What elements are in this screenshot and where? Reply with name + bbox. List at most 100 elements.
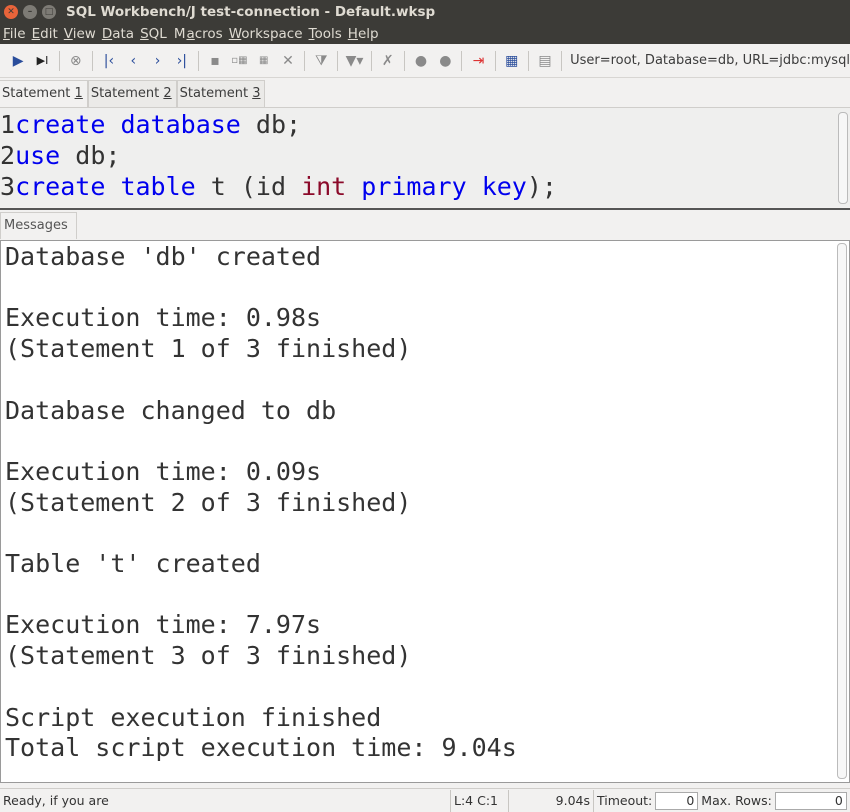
- menu-label: ata: [112, 26, 135, 42]
- separator: [527, 50, 529, 71]
- menu-item[interactable]: Help: [347, 26, 380, 42]
- split-divider[interactable]: [0, 208, 850, 211]
- filter-dropdown-icon[interactable]: ▼▾: [344, 50, 364, 72]
- menu-label: M: [173, 26, 186, 42]
- messages-text: Database 'db' created Execution time: 0.…: [5, 242, 517, 763]
- tab-mnemonic: 2: [163, 86, 172, 101]
- status-bar: Ready, if you are L:4 C:1 9.04s Timeout:…: [0, 788, 850, 812]
- code-token: database: [120, 110, 241, 139]
- execution-time: 9.04s: [509, 789, 594, 812]
- copy-row-icon[interactable]: ▦: [254, 50, 274, 72]
- code-token: create: [15, 172, 106, 201]
- code-token: primary: [361, 172, 467, 201]
- separator: [561, 50, 563, 71]
- menu-item[interactable]: File: [2, 26, 27, 42]
- code-token: table: [120, 172, 196, 201]
- previous-icon[interactable]: ‹: [123, 50, 143, 72]
- tab-statement-3[interactable]: Statement 3: [176, 80, 266, 107]
- menu-item[interactable]: Workspace: [228, 26, 304, 42]
- first-icon[interactable]: |‹: [99, 50, 119, 72]
- max-rows-label: Max. Rows:: [701, 793, 772, 808]
- execute-current-icon[interactable]: ▶I: [32, 50, 52, 72]
- toolbar: ▶ ▶I ⊗ |‹ ‹ › ›| ▪ ▫▦ ▦ ✕ ⧩ ▼▾ ✗ ● ● ⇥ ▦…: [0, 44, 850, 78]
- editor-line: 2use db;: [0, 140, 850, 171]
- insert-row-icon[interactable]: ▫▦: [229, 50, 249, 72]
- menu-item[interactable]: Data: [101, 26, 135, 42]
- line-number: 2: [0, 141, 16, 170]
- editor-line: 1create database db;: [0, 109, 850, 140]
- code-token: key: [481, 172, 527, 201]
- code-token: use: [15, 141, 61, 170]
- disconnect-icon[interactable]: ⇥: [468, 50, 488, 72]
- tab-label: Statement: [2, 86, 75, 101]
- tab-messages[interactable]: Messages: [0, 212, 77, 239]
- separator: [370, 50, 372, 71]
- tab-label: Statement: [179, 86, 253, 101]
- tab-mnemonic: 1: [74, 86, 83, 101]
- menu-label: dit: [40, 26, 58, 42]
- database-icon[interactable]: ▤: [535, 50, 555, 72]
- tab-label: Statement: [90, 86, 164, 101]
- save-icon[interactable]: ▪: [205, 50, 225, 72]
- line-number: 1: [0, 110, 16, 139]
- table-grid-icon[interactable]: ▦: [502, 50, 522, 72]
- tab-mnemonic: 3: [252, 86, 261, 101]
- maximize-window-button[interactable]: □: [42, 5, 56, 19]
- reset-filter-icon[interactable]: ✗: [378, 50, 398, 72]
- editor-scrollbar[interactable]: [838, 112, 848, 204]
- separator: [58, 50, 60, 71]
- code-token: );: [526, 172, 557, 201]
- code-token: int: [301, 172, 347, 201]
- menu-label: QL: [148, 26, 167, 42]
- delete-row-icon[interactable]: ✕: [278, 50, 298, 72]
- menu-item[interactable]: View: [63, 26, 97, 42]
- menu-mnemonic: a: [186, 26, 195, 42]
- line-number: 3: [0, 172, 16, 201]
- sql-editor[interactable]: 1create database db; 2use db; 3create tabl…: [0, 107, 850, 207]
- tab-statement-1[interactable]: Statement 1: [0, 80, 88, 107]
- menu-item[interactable]: Macros: [172, 26, 224, 42]
- filter-icon[interactable]: ⧩: [311, 50, 331, 72]
- timeout-label: Timeout:: [597, 793, 653, 808]
- messages-panel[interactable]: Database 'db' created Execution time: 0.…: [0, 240, 850, 783]
- menu-item[interactable]: Tools: [308, 26, 343, 42]
- cancel-icon[interactable]: ⊗: [66, 50, 86, 72]
- editor-line: 3create table t (id int primary key);: [0, 171, 850, 202]
- close-window-button[interactable]: ✕: [4, 5, 18, 19]
- statement-tabs: Statement 1 Statement 2 Statement 3: [0, 80, 266, 107]
- connection-info: User=root, Database=db, URL=jdbc:mysql: [570, 53, 850, 68]
- menu-mnemonic: V: [63, 26, 73, 42]
- menu-label: ools: [314, 26, 342, 42]
- last-icon[interactable]: ›|: [172, 50, 192, 72]
- max-rows-input[interactable]: 0: [774, 791, 847, 810]
- title-bar: ✕ – □ SQL Workbench/J test-connection - …: [0, 0, 850, 24]
- menu-item[interactable]: SQL: [139, 26, 168, 42]
- code-token: t (id: [195, 172, 302, 201]
- separator: [461, 50, 463, 71]
- messages-scrollbar[interactable]: [837, 243, 847, 779]
- menu-label: iew: [72, 26, 96, 42]
- menu-mnemonic: H: [347, 26, 358, 42]
- menu-mnemonic: F: [3, 26, 10, 42]
- next-icon[interactable]: ›: [147, 50, 167, 72]
- separator: [403, 50, 405, 71]
- execute-icon[interactable]: ▶: [8, 50, 28, 72]
- minimize-window-button[interactable]: –: [23, 5, 37, 19]
- menu-label: elp: [357, 26, 379, 42]
- separator: [91, 50, 93, 71]
- menu-label: cros: [194, 26, 223, 42]
- tab-statement-2[interactable]: Statement 2: [87, 80, 177, 107]
- window-title: SQL Workbench/J test-connection - Defaul…: [66, 4, 436, 20]
- menu-label: orkspace: [241, 26, 303, 42]
- separator: [337, 50, 339, 71]
- status-text: Ready, if you are: [0, 789, 451, 812]
- code-token: db;: [60, 141, 121, 170]
- rollback-icon[interactable]: ●: [435, 50, 455, 72]
- commit-icon[interactable]: ●: [411, 50, 431, 72]
- menu-item[interactable]: Edit: [31, 26, 59, 42]
- timeout-input[interactable]: 0: [655, 791, 699, 810]
- code-token: db;: [240, 110, 302, 139]
